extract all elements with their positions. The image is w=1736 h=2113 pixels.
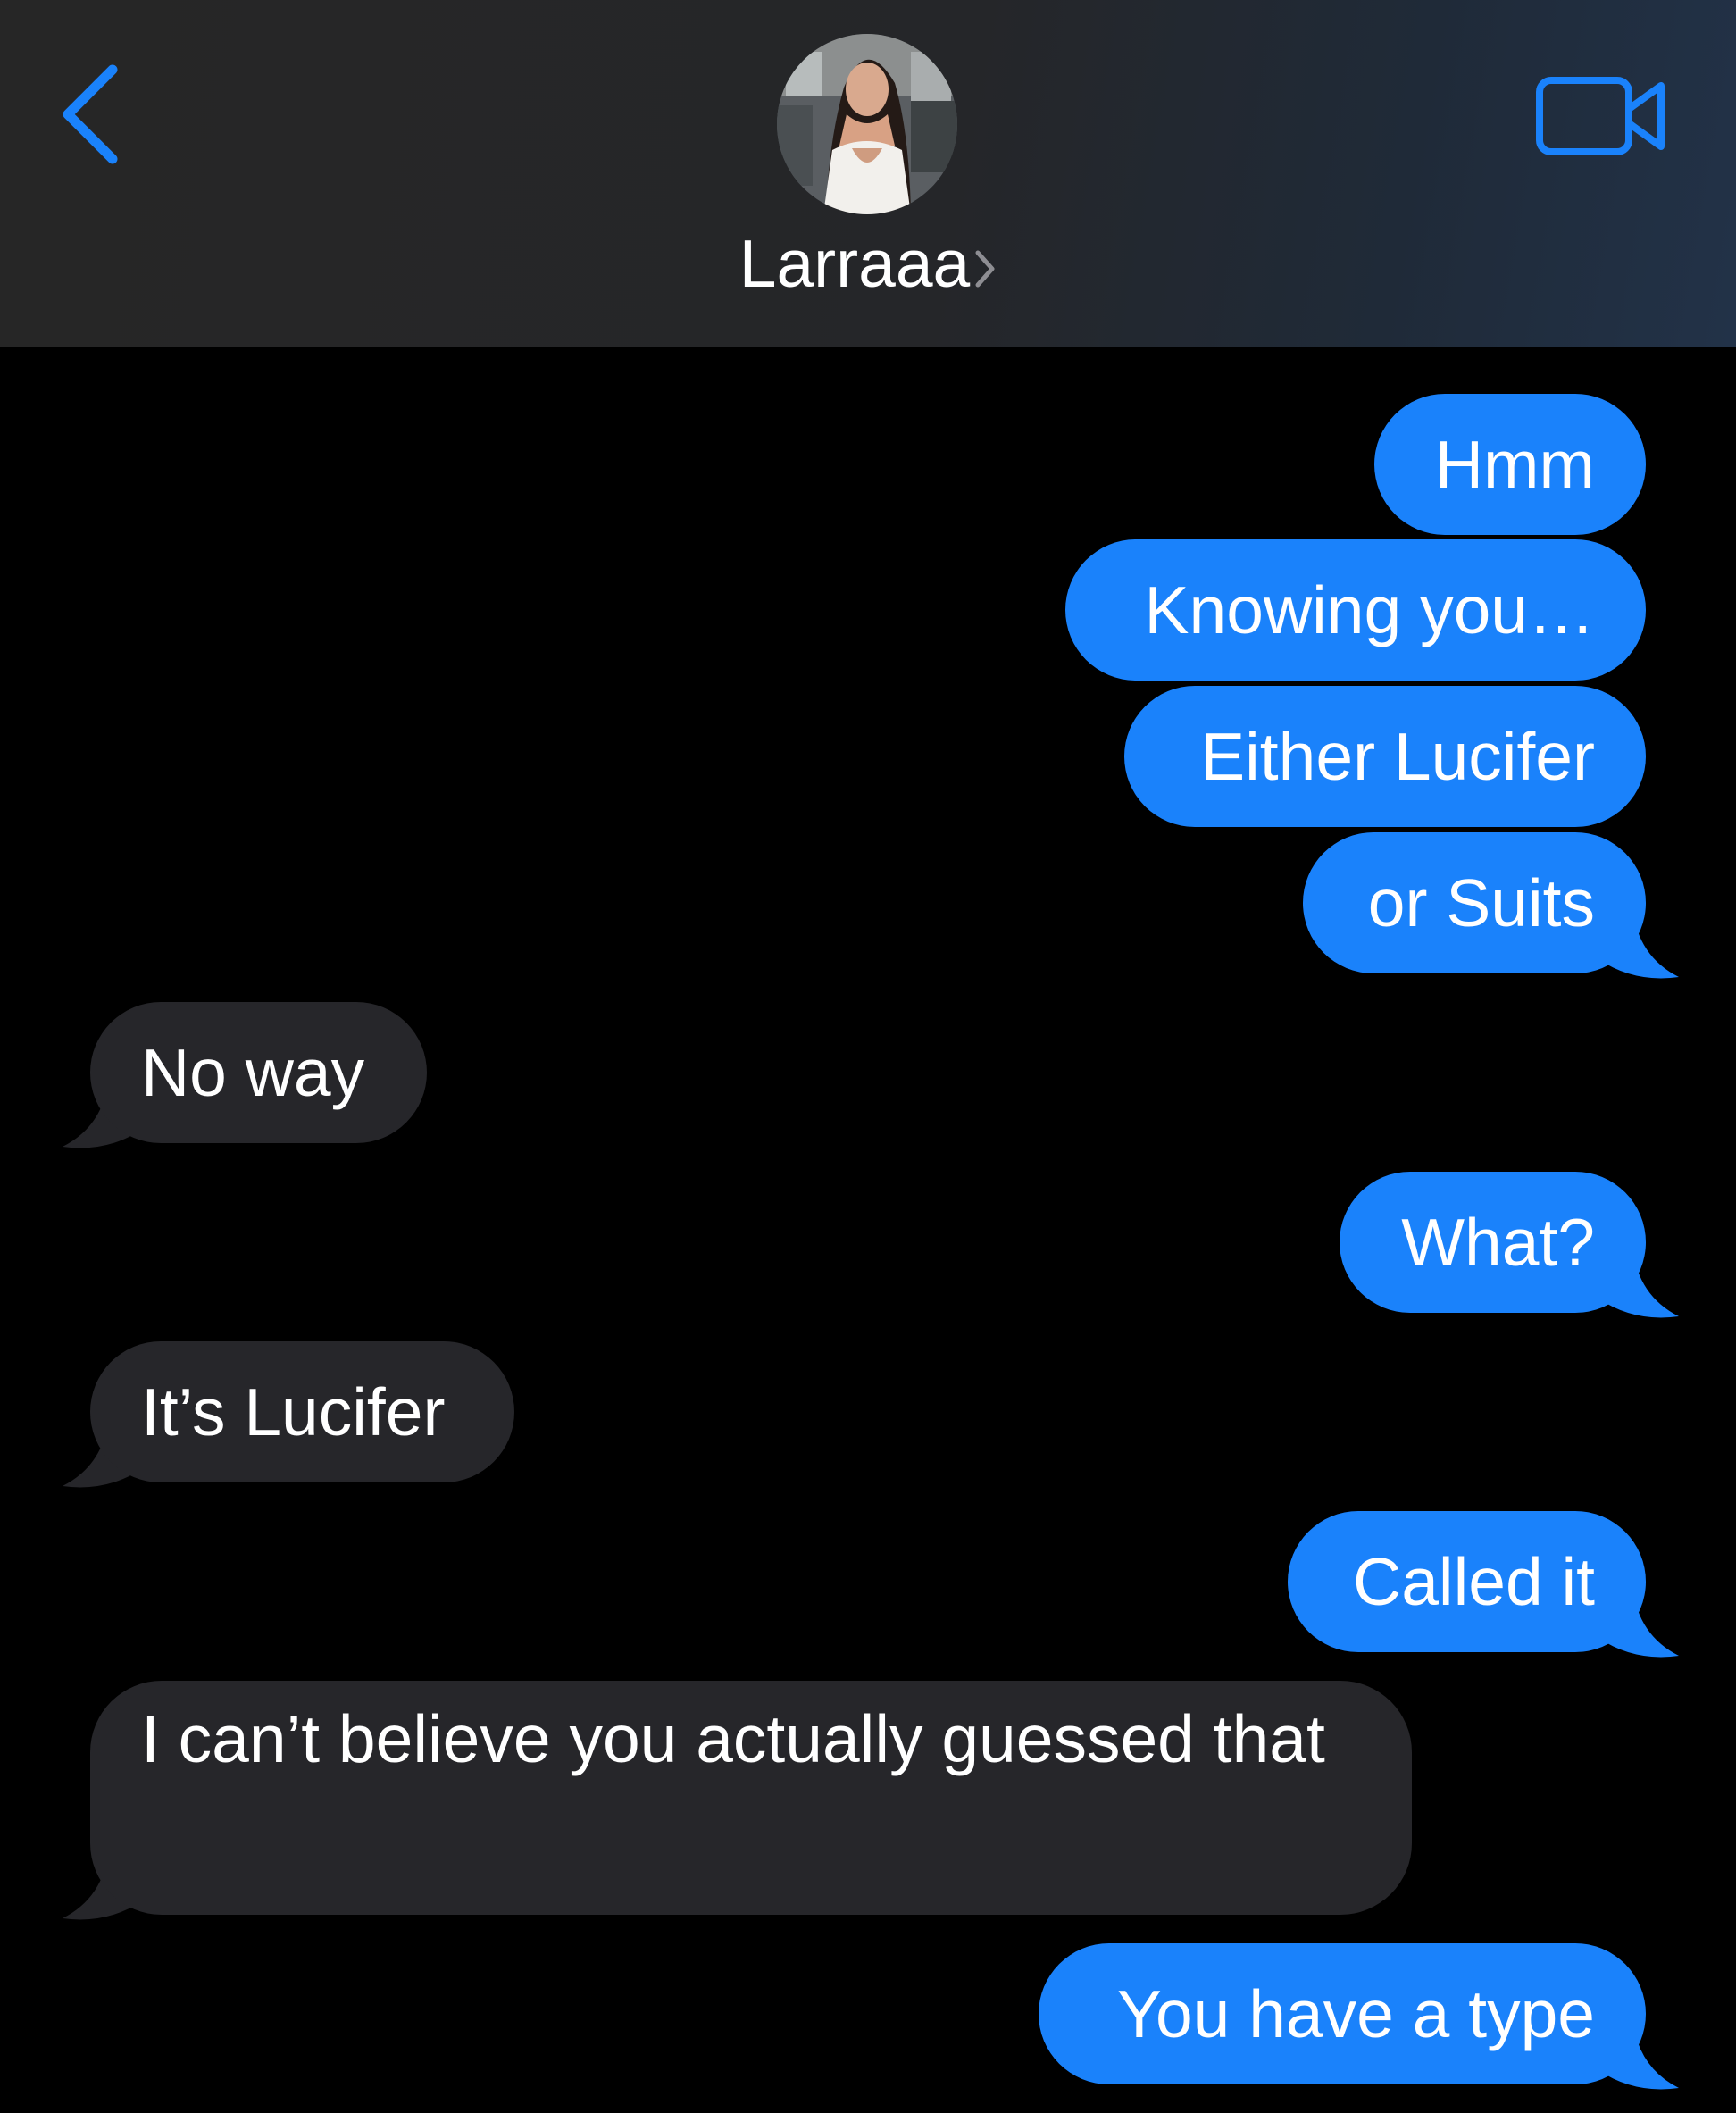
chevron-left-icon[interactable] — [52, 59, 132, 166]
received-message[interactable]: I can’t believe you actually guessed tha… — [90, 1681, 1412, 1915]
sent-message[interactable]: Called it — [1288, 1511, 1646, 1652]
sent-message[interactable]: You have a type — [1039, 1943, 1646, 2084]
sent-message[interactable]: Hmm — [1374, 394, 1646, 535]
sent-message[interactable]: or Suits — [1303, 832, 1646, 973]
contact-name-button[interactable]: Larraaa — [0, 223, 1736, 304]
message-thread[interactable]: Hmm Knowing you… Either Lucifer or Suits… — [0, 347, 1736, 2113]
sent-message[interactable]: Either Lucifer — [1124, 686, 1646, 827]
received-message[interactable]: No way — [90, 1002, 427, 1143]
sent-message[interactable]: What? — [1340, 1172, 1646, 1313]
received-message[interactable]: It’s Lucifer — [90, 1341, 514, 1482]
video-camera-icon[interactable] — [1534, 73, 1668, 159]
contact-name: Larraaa — [739, 226, 971, 301]
chevron-right-icon — [975, 250, 995, 288]
conversation-header: Larraaa — [0, 0, 1736, 347]
sent-message[interactable]: Knowing you… — [1065, 539, 1646, 681]
avatar[interactable] — [777, 34, 957, 214]
contact-photo — [777, 34, 957, 214]
